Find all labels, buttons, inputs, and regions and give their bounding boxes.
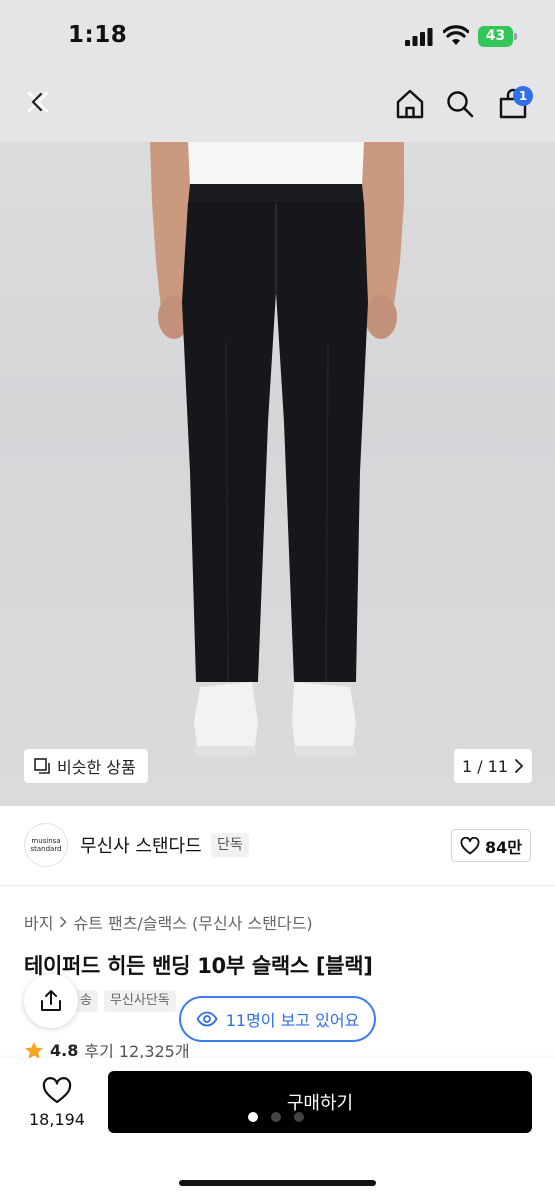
brand-name-link[interactable]: 무신사 스탠다드 bbox=[80, 832, 202, 858]
battery-level: 43 bbox=[485, 28, 506, 44]
brand-logo-line1: musinsa bbox=[31, 837, 61, 845]
brand-logo-line2: standard bbox=[30, 845, 62, 853]
viewers-text: 11명이 보고 있어요 bbox=[225, 1011, 360, 1030]
signal-icon bbox=[405, 28, 433, 46]
carousel-dot[interactable] bbox=[294, 1112, 304, 1122]
eye-icon bbox=[196, 1011, 218, 1027]
divider bbox=[0, 885, 555, 886]
carousel-dot-active[interactable] bbox=[248, 1112, 258, 1122]
close-icon bbox=[27, 91, 49, 113]
heart-icon bbox=[460, 836, 480, 854]
brand-logo[interactable]: musinsa standard bbox=[24, 823, 68, 867]
home-indicator[interactable] bbox=[179, 1180, 376, 1186]
brand-like-button[interactable]: 84만 bbox=[451, 829, 531, 862]
cart-badge: 1 bbox=[513, 86, 533, 106]
product-tags: 송 무신사단독 bbox=[74, 990, 176, 1012]
status-time: 1:18 bbox=[68, 22, 128, 48]
chevron-right-icon bbox=[515, 759, 524, 773]
wishlist-button[interactable]: 18,194 bbox=[26, 1072, 88, 1134]
buy-button[interactable]: 구매하기 bbox=[108, 1071, 532, 1133]
rating-score: 4.8 bbox=[50, 1040, 79, 1060]
share-button[interactable] bbox=[24, 974, 78, 1028]
battery-icon: 43 bbox=[478, 26, 518, 47]
wishlist-count: 18,194 bbox=[29, 1110, 85, 1129]
similar-items-label: 비슷한 상품 bbox=[57, 758, 136, 777]
image-pager-button[interactable]: 1 / 11 bbox=[454, 749, 532, 783]
chevron-right-icon bbox=[60, 916, 68, 928]
product-tag: 무신사단독 bbox=[103, 990, 176, 1012]
exclusive-badge: 단독 bbox=[211, 833, 249, 857]
wifi-icon bbox=[443, 25, 469, 45]
product-title: 테이퍼드 히든 밴딩 10부 슬랙스 [블랙] bbox=[24, 954, 373, 978]
similar-items-button[interactable]: 비슷한 상품 bbox=[24, 749, 148, 783]
top-nav bbox=[0, 70, 555, 142]
status-bar: 1:18 43 bbox=[0, 0, 555, 70]
search-icon bbox=[447, 91, 474, 118]
home-icon bbox=[396, 89, 424, 119]
page-indicator: 1 / 11 bbox=[461, 756, 509, 776]
similar-items-icon bbox=[34, 757, 50, 774]
carousel-dot[interactable] bbox=[271, 1112, 281, 1122]
home-button[interactable] bbox=[390, 84, 430, 124]
brand-like-count: 84만 bbox=[485, 837, 522, 857]
close-button[interactable] bbox=[18, 82, 58, 122]
product-photo-model bbox=[150, 142, 404, 756]
breadcrumb-category[interactable]: 바지 bbox=[24, 910, 53, 934]
product-image[interactable] bbox=[0, 142, 555, 806]
viewers-count-pill: 11명이 보고 있어요 bbox=[179, 996, 376, 1042]
search-button[interactable] bbox=[440, 84, 480, 124]
breadcrumb-subcategory[interactable]: 슈트 팬츠/슬랙스 (무신사 스탠다드) bbox=[73, 910, 312, 934]
share-icon bbox=[41, 990, 61, 1011]
carousel-dots bbox=[248, 1112, 304, 1122]
star-icon bbox=[25, 1041, 43, 1059]
heart-icon bbox=[42, 1077, 72, 1104]
breadcrumb: 바지 슈트 팬츠/슬랙스 (무신사 스탠다드) bbox=[24, 910, 313, 934]
